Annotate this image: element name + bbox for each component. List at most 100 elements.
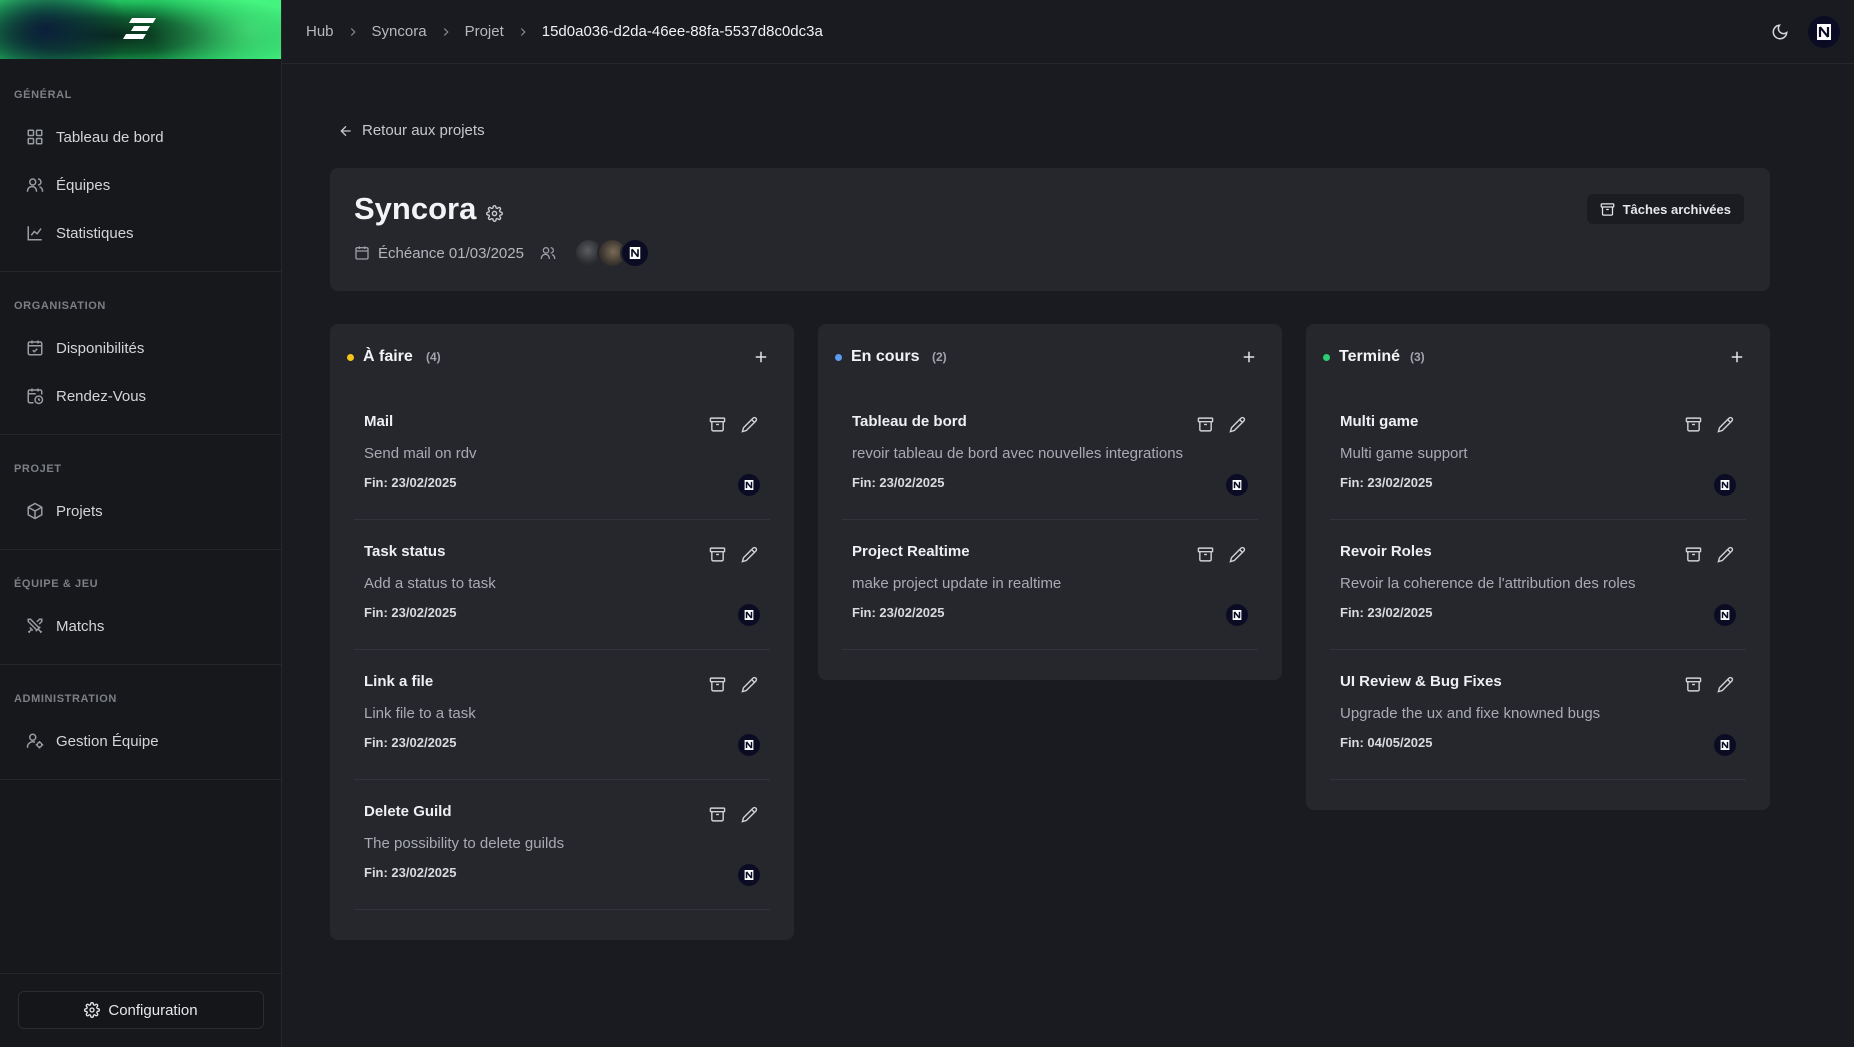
pencil-icon[interactable] [741, 416, 758, 433]
theme-toggle-button[interactable] [1764, 16, 1796, 48]
column-count: (4) [426, 350, 441, 364]
pencil-icon[interactable] [1717, 546, 1734, 563]
nav-section-general: GÉNÉRAL Tableau de bord Équipes Statisti… [0, 59, 281, 272]
pencil-icon[interactable] [741, 676, 758, 693]
task-title: Link a file [364, 673, 434, 690]
task-due-date: Fin: 23/02/2025 [1340, 605, 1433, 620]
task-card[interactable]: Delete Guild The possibility to delete gu… [354, 780, 770, 910]
kanban-column: En cours (2) Tableau de bord revoir tableau… [818, 324, 1282, 680]
assignee-avatar[interactable] [738, 864, 760, 886]
task-title: Multi game [1340, 413, 1419, 430]
pencil-icon[interactable] [741, 546, 758, 563]
topbar: Hub Syncora Projet 15d0a036-d2da-46ee-88… [282, 0, 1854, 64]
back-label: Retour aux projets [362, 122, 485, 139]
task-description: The possibility to delete guilds [364, 835, 565, 852]
assignee-avatar[interactable] [1714, 604, 1736, 626]
assignee-avatar[interactable] [738, 604, 760, 626]
sidebar-item-disponibilites[interactable]: Disponibilités [0, 324, 281, 372]
archive-icon[interactable] [1197, 416, 1214, 433]
nav-section-organisation: ORGANISATION Disponibilités Rendez-Vous [0, 272, 281, 435]
sidebar: GÉNÉRAL Tableau de bord Équipes Statisti… [0, 0, 282, 1047]
nav-section-equipe-jeu: ÉQUIPE & JEU Matchs [0, 550, 281, 665]
app-logo[interactable] [0, 0, 281, 59]
sidebar-item-equipes[interactable]: Équipes [0, 161, 281, 209]
pencil-icon[interactable] [1229, 546, 1246, 563]
configuration-label: Configuration [108, 1001, 198, 1019]
column-title: À faire [363, 348, 413, 365]
task-card[interactable]: Multi game Multi game support Fin: 23/02/2… [1330, 390, 1746, 520]
project-meta: Échéance 01/03/2025 [354, 238, 650, 268]
archive-icon[interactable] [709, 676, 726, 693]
task-card[interactable]: UI Review & Bug Fixes Upgrade the ux and … [1330, 650, 1746, 780]
plus-icon[interactable] [752, 348, 770, 366]
archive-icon[interactable] [1685, 416, 1702, 433]
chevron-right-icon [520, 27, 526, 36]
archive-icon[interactable] [1197, 546, 1214, 563]
kanban-column: Terminé (3) Multi game Multi game support Fi… [1306, 324, 1770, 810]
users-icon [540, 247, 556, 259]
moon-icon [1772, 24, 1788, 40]
status-dot [1323, 354, 1330, 361]
task-card[interactable]: Tableau de bord revoir tableau de bord av… [842, 390, 1258, 520]
calendar-icon [355, 246, 369, 260]
plus-icon[interactable] [1240, 348, 1258, 366]
archive-icon[interactable] [709, 546, 726, 563]
plus-icon[interactable] [1728, 348, 1746, 366]
pencil-icon[interactable] [1717, 416, 1734, 433]
sidebar-item-label: Tableau de bord [56, 128, 164, 146]
configuration-button[interactable]: Configuration [18, 991, 264, 1029]
task-description: Multi game support [1340, 445, 1468, 462]
arrow-left-icon [340, 125, 351, 136]
task-title: Task status [364, 543, 446, 560]
task-card[interactable]: Revoir Roles Revoir la coherence de l'att… [1330, 520, 1746, 650]
package-icon [27, 502, 43, 520]
nav-section-projet: PROJET Projets [0, 435, 281, 550]
task-due-date: Fin: 23/02/2025 [1340, 475, 1433, 490]
breadcrumb-projet[interactable]: Projet [465, 23, 504, 40]
task-card[interactable]: Link a file Link file to a task Fin: 23/02… [354, 650, 770, 780]
user-avatar[interactable] [1808, 16, 1840, 48]
nav-heading: ADMINISTRATION [14, 693, 117, 705]
archived-tasks-button[interactable]: Tâches archivées [1586, 194, 1744, 224]
chart-icon [27, 226, 42, 241]
breadcrumb-syncora[interactable]: Syncora [372, 23, 427, 40]
task-card[interactable]: Project Realtime make project update in r… [842, 520, 1258, 650]
column-count: (2) [932, 350, 947, 364]
assignee-avatar[interactable] [1714, 474, 1736, 496]
sidebar-item-label: Gestion Équipe [56, 732, 159, 750]
column-count: (3) [1410, 350, 1425, 364]
assignee-avatar[interactable] [738, 474, 760, 496]
member-avatar[interactable] [619, 238, 650, 268]
column-title: Terminé [1339, 348, 1401, 365]
assignee-avatar[interactable] [738, 734, 760, 756]
pencil-icon[interactable] [1229, 416, 1246, 433]
back-to-projects-link[interactable]: Retour aux projets [338, 122, 485, 139]
assignee-avatar[interactable] [1226, 604, 1248, 626]
project-settings-icon[interactable] [486, 205, 503, 222]
column-footer-space [818, 650, 1282, 680]
calendar-clock-icon [27, 388, 44, 405]
task-description: make project update in realtime [852, 575, 1062, 592]
breadcrumb-hub[interactable]: Hub [306, 23, 334, 40]
task-due-date: Fin: 23/02/2025 [364, 475, 457, 490]
archive-icon[interactable] [1685, 546, 1702, 563]
task-card[interactable]: Task status Add a status to task Fin: 23/0… [354, 520, 770, 650]
sidebar-item-gestion-equipe[interactable]: Gestion Équipe [0, 717, 281, 765]
archive-icon[interactable] [709, 416, 726, 433]
task-card[interactable]: Mail Send mail on rdv Fin: 23/02/2025 [354, 390, 770, 520]
sidebar-item-tableau-de-bord[interactable]: Tableau de bord [0, 113, 281, 161]
archive-icon[interactable] [1685, 676, 1702, 693]
sidebar-item-statistiques[interactable]: Statistiques [0, 209, 281, 257]
assignee-avatar[interactable] [1226, 474, 1248, 496]
gear-icon [84, 1002, 101, 1018]
sidebar-item-matchs[interactable]: Matchs [0, 602, 281, 650]
sidebar-item-label: Équipes [56, 176, 111, 194]
pencil-icon[interactable] [741, 806, 758, 823]
archive-icon[interactable] [709, 806, 726, 823]
sidebar-item-projets[interactable]: Projets [0, 487, 281, 535]
assignee-avatar[interactable] [1714, 734, 1736, 756]
chevron-right-icon [443, 27, 449, 36]
pencil-icon[interactable] [1717, 676, 1734, 693]
task-title: Delete Guild [364, 803, 452, 820]
sidebar-item-rendez-vous[interactable]: Rendez-Vous [0, 372, 281, 420]
